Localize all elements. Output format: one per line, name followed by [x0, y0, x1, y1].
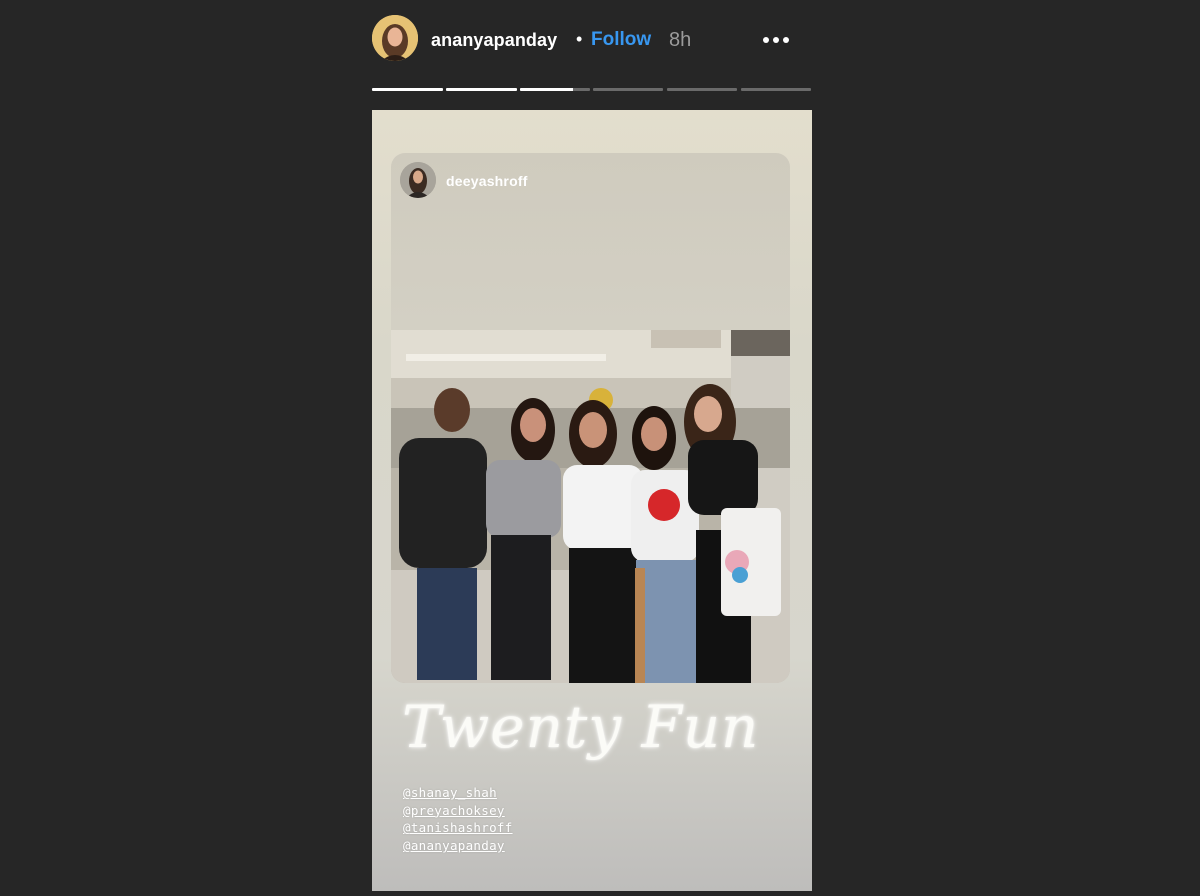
- shared-post-username[interactable]: deeyashroff: [446, 173, 528, 189]
- story-frame[interactable]: deeyashroff Twenty Fun @shanay_shah @pre…: [372, 110, 812, 891]
- story-photo: [391, 330, 790, 683]
- progress-segment: [372, 88, 443, 91]
- story-header: ananyapanday • Follow 8h: [372, 14, 812, 66]
- story-progress: [372, 88, 812, 91]
- progress-segment: [446, 88, 517, 91]
- mentions-list: @shanay_shah @preyachoksey @tanishashrof…: [403, 784, 513, 855]
- mention-link[interactable]: @tanishashroff: [403, 819, 513, 837]
- mention-link[interactable]: @preyachoksey: [403, 802, 513, 820]
- progress-segment: [741, 88, 811, 91]
- separator-dot: •: [576, 29, 583, 49]
- timestamp: 8h: [669, 29, 692, 51]
- progress-segment: [593, 88, 663, 91]
- progress-segment: [667, 88, 737, 91]
- shared-post-avatar[interactable]: [400, 162, 436, 198]
- more-options-button[interactable]: [760, 28, 800, 52]
- follow-button[interactable]: Follow: [591, 29, 651, 51]
- more-horizontal-icon: [763, 37, 789, 43]
- profile-avatar[interactable]: [372, 15, 418, 61]
- shared-post-card[interactable]: deeyashroff: [391, 153, 790, 683]
- mention-link[interactable]: @shanay_shah: [403, 784, 513, 802]
- story-caption: Twenty Fun: [402, 693, 760, 761]
- username[interactable]: ananyapanday: [431, 29, 557, 51]
- progress-segment: [520, 88, 590, 91]
- mention-link[interactable]: @ananyapanday: [403, 837, 513, 855]
